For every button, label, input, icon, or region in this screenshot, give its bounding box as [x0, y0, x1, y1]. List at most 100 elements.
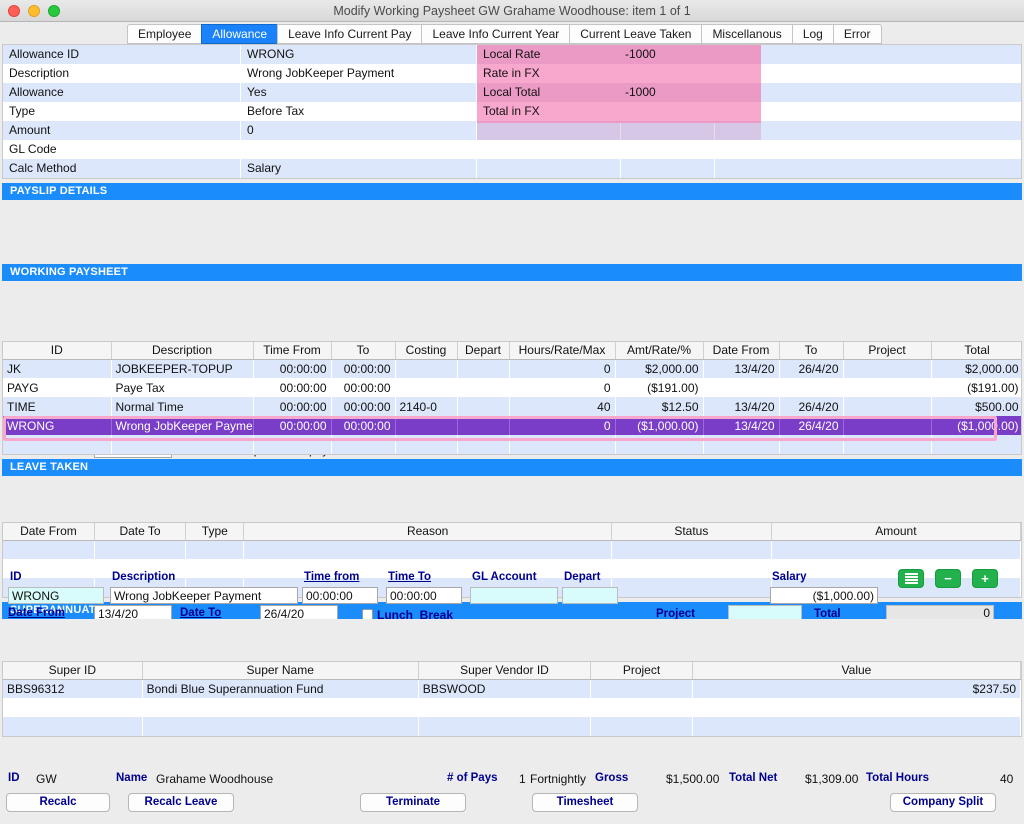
fx-value[interactable]: -1000	[619, 83, 707, 102]
table-row[interactable]	[3, 540, 1021, 559]
tab-miscellanous[interactable]: Miscellanous	[701, 24, 792, 44]
col-depart[interactable]: Depart	[457, 342, 510, 360]
cell-vendor-id	[418, 717, 592, 736]
allowance-field-value[interactable]: Wrong JobKeeper Payment	[241, 64, 477, 83]
recalc-button[interactable]: Recalc	[6, 793, 110, 812]
recalc-leave-button[interactable]: Recalc Leave	[128, 793, 234, 812]
ws-description-input[interactable]: Wrong JobKeeper Payment	[110, 587, 298, 604]
tab-leave-info-current-year[interactable]: Leave Info Current Year	[421, 24, 570, 44]
cell-time-from: 00:00:00	[253, 378, 332, 397]
table-row[interactable]: PAYG Paye Tax 00:00:00 00:00:00 0 ($191.…	[3, 378, 1021, 397]
table-row[interactable]	[3, 698, 1021, 717]
col-super-id[interactable]: Super ID	[3, 662, 143, 680]
timesheet-button[interactable]: Timesheet	[532, 793, 638, 812]
fx-value[interactable]	[619, 102, 707, 121]
cell-total: ($1,000.00)	[931, 416, 1021, 435]
table-row[interactable]	[3, 435, 1021, 454]
col-costing[interactable]: Costing	[395, 342, 458, 360]
tab-log[interactable]: Log	[791, 24, 833, 44]
col-status[interactable]: Status	[611, 523, 772, 541]
col-date-to[interactable]: To	[779, 342, 844, 360]
tab-error[interactable]: Error	[832, 24, 882, 44]
allowance-field-value[interactable]: Yes	[241, 83, 477, 102]
col-time-from[interactable]: Time From	[253, 342, 332, 360]
allowance-fx-value[interactable]	[621, 140, 715, 159]
col-type[interactable]: Type	[185, 523, 245, 541]
col-date-from[interactable]: Date From	[703, 342, 780, 360]
ws-date-to-label[interactable]: Date To	[180, 607, 221, 619]
allowance-field-value[interactable]: Before Tax	[241, 102, 477, 121]
allowance-fx-value[interactable]	[621, 159, 715, 178]
ws-remove-button[interactable]: −	[935, 569, 961, 588]
ws-add-button[interactable]: +	[972, 569, 998, 588]
cell-date-to	[779, 435, 844, 454]
cell-project	[590, 679, 693, 698]
table-row[interactable]: Calc Method Salary	[3, 159, 1021, 178]
cell-hours: 40	[509, 397, 616, 416]
ws-gl-account-input[interactable]	[470, 587, 558, 604]
cell-id: PAYG	[3, 378, 112, 397]
ws-date-from-label[interactable]: Date From	[8, 607, 65, 619]
cell-costing	[395, 416, 458, 435]
cell-costing: 2140-0	[395, 397, 458, 416]
col-value[interactable]: Value	[692, 662, 1021, 680]
cell-project	[843, 435, 932, 454]
cell-hours: 0	[509, 359, 616, 378]
ws-salary-input[interactable]: ($1,000.00)	[770, 587, 878, 604]
ws-time-to-label[interactable]: Time To	[388, 571, 431, 583]
allowance-property-grid[interactable]: Allowance ID WRONG Local Rate -1000 Desc…	[2, 44, 1022, 179]
cell-hours: 0	[509, 378, 616, 397]
col-super-vendor-id[interactable]: Super Vendor ID	[418, 662, 592, 680]
ws-time-to-input[interactable]: 00:00:00	[386, 587, 462, 604]
superannuation-table[interactable]: Super ID Super Name Super Vendor ID Proj…	[2, 661, 1022, 737]
col-reason[interactable]: Reason	[243, 523, 612, 541]
cell-time-from: 00:00:00	[253, 359, 332, 378]
cell-to	[331, 435, 396, 454]
cell-depart	[457, 435, 510, 454]
fx-value[interactable]	[619, 64, 707, 83]
cell-depart	[457, 378, 510, 397]
col-super-name[interactable]: Super Name	[142, 662, 419, 680]
cell-project	[590, 698, 693, 717]
table-row[interactable]: TIME Normal Time 00:00:00 00:00:00 2140-…	[3, 397, 1021, 416]
col-hours[interactable]: Hours/Rate/Max	[509, 342, 616, 360]
allowance-field-value[interactable]	[241, 140, 477, 159]
allowance-field-value[interactable]: WRONG	[241, 45, 477, 64]
allowance-field-value[interactable]: Salary	[241, 159, 477, 178]
col-amt[interactable]: Amt/Rate/%	[615, 342, 704, 360]
col-project[interactable]: Project	[843, 342, 932, 360]
col-to[interactable]: To	[331, 342, 396, 360]
col-date-from[interactable]: Date From	[3, 523, 95, 541]
ws-list-button[interactable]	[898, 569, 924, 588]
terminate-button[interactable]: Terminate	[360, 793, 466, 812]
ws-time-from-label[interactable]: Time from	[304, 571, 359, 583]
table-row[interactable]: GL Code	[3, 140, 1021, 159]
table-row[interactable]	[3, 717, 1021, 736]
col-description[interactable]: Description	[111, 342, 254, 360]
fx-value[interactable]: -1000	[619, 45, 707, 64]
working-paysheet-table[interactable]: ID Description Time From To Costing Depa…	[2, 341, 1022, 455]
col-date-to[interactable]: Date To	[94, 523, 187, 541]
col-amount[interactable]: Amount	[771, 523, 1021, 541]
ws-depart-input[interactable]	[562, 587, 618, 604]
cell-project	[843, 359, 932, 378]
tab-employee[interactable]: Employee	[127, 24, 202, 44]
tab-allowance[interactable]: Allowance	[201, 24, 278, 44]
table-row[interactable]: JK JOBKEEPER-TOPUP 00:00:00 00:00:00 0 $…	[3, 359, 1021, 378]
ws-time-from-input[interactable]: 00:00:00	[302, 587, 378, 604]
col-id[interactable]: ID	[3, 342, 112, 360]
tab-leave-info-current-pay[interactable]: Leave Info Current Pay	[277, 24, 422, 44]
cell-description: Wrong JobKeeper Payment	[111, 416, 254, 435]
cell-super-name	[142, 698, 419, 717]
table-row-selected[interactable]: WRONG Wrong JobKeeper Payment 00:00:00 0…	[3, 416, 1021, 435]
col-project[interactable]: Project	[590, 662, 693, 680]
allowance-field-value[interactable]: 0	[241, 121, 477, 140]
tab-current-leave-taken[interactable]: Current Leave Taken	[569, 24, 702, 44]
ws-total-number: 0	[983, 606, 990, 620]
company-split-button[interactable]: Company Split	[890, 793, 996, 812]
ws-id-input[interactable]: WRONG	[8, 587, 104, 604]
table-row[interactable]: BBS96312 Bondi Blue Superannuation Fund …	[3, 679, 1021, 698]
cell-date-to: 26/4/20	[779, 397, 844, 416]
col-total[interactable]: Total	[931, 342, 1021, 360]
cell-description: JOBKEEPER-TOPUP	[111, 359, 254, 378]
